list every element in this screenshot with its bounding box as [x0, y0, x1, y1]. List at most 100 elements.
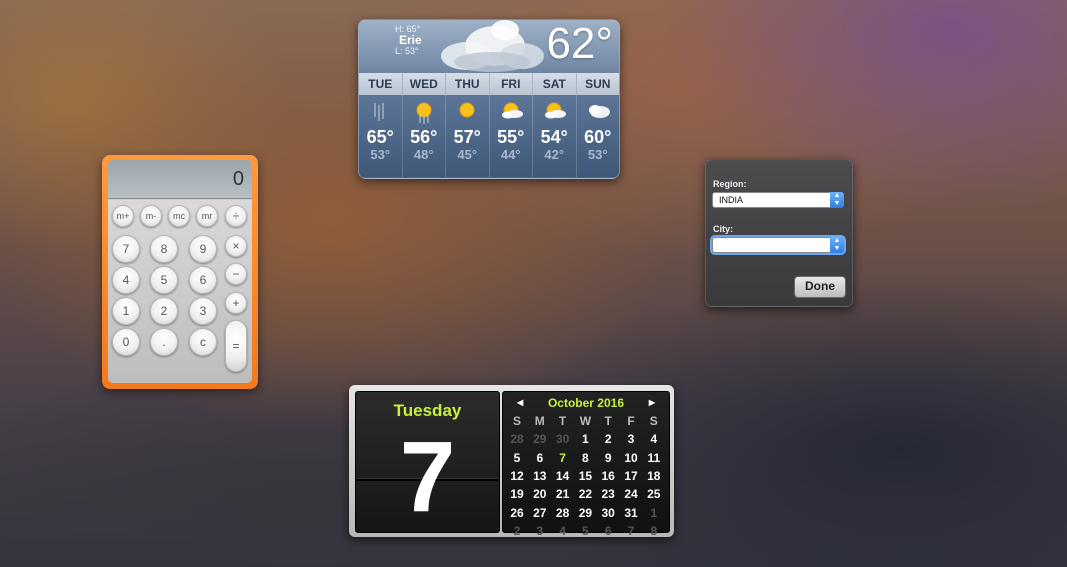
calendar-date[interactable]: 16: [597, 468, 619, 484]
operator-key[interactable]: +: [225, 292, 247, 314]
forecast-day-label: SUN: [585, 77, 611, 91]
calendar-date[interactable]: 18: [643, 468, 665, 484]
operator-key[interactable]: −: [225, 263, 247, 285]
memory-key-2[interactable]: mc: [168, 205, 190, 227]
calendar-date[interactable]: 14: [552, 468, 574, 484]
forecast-icon: [446, 97, 489, 127]
city-select[interactable]: ▲ ▼: [712, 237, 844, 253]
operator-key[interactable]: ×: [225, 235, 247, 257]
calendar-date[interactable]: 11: [643, 450, 665, 466]
forecast-high: 54°: [540, 127, 568, 147]
calendar-date[interactable]: 1: [643, 505, 665, 521]
calendar-day-number: 7: [399, 421, 456, 533]
forecast-high: 60°: [584, 127, 612, 147]
memory-key-1[interactable]: m-: [140, 205, 162, 227]
forecast-icon: [533, 97, 576, 127]
calendar-date[interactable]: 28: [506, 431, 528, 447]
forecast-low: 53°: [587, 147, 608, 162]
calendar-date[interactable]: 2: [597, 431, 619, 447]
forecast-low: 53°: [370, 147, 391, 162]
forecast-column: 54° 42°: [533, 95, 577, 177]
memory-key-0[interactable]: m+: [112, 205, 134, 227]
region-select[interactable]: INDIA ▲ ▼: [712, 192, 844, 208]
calendar-date[interactable]: 15: [574, 468, 596, 484]
calendar-date[interactable]: 28: [552, 505, 574, 521]
calendar-date[interactable]: 30: [597, 505, 619, 521]
calendar-date[interactable]: 7: [620, 523, 642, 539]
equals-key[interactable]: =: [225, 320, 247, 372]
calendar-date[interactable]: 9: [597, 450, 619, 466]
number-key[interactable]: 0: [112, 328, 140, 356]
sun-icon: [459, 102, 475, 118]
forecast-icon: [577, 97, 620, 127]
calendar-day-panel: Tuesday 7: [355, 391, 500, 533]
triangle-right-icon[interactable]: ▶: [649, 395, 655, 411]
calendar-date[interactable]: 22: [574, 486, 596, 502]
number-key[interactable]: 6: [189, 266, 217, 294]
calendar-date[interactable]: 23: [597, 486, 619, 502]
calendar-date[interactable]: 5: [506, 450, 528, 466]
calendar-date[interactable]: 6: [529, 450, 551, 466]
calculator-keypad: m+ m-mc mr 7 8 9 4 5 6 1 2 3 0. c ÷ × − + =: [108, 200, 252, 383]
number-key[interactable]: c: [189, 328, 217, 356]
calculator-body: 0 m+ m-mc mr 7 8 9 4 5 6 1 2 3 0. c ÷ × − + =: [108, 160, 252, 383]
calendar-date[interactable]: 3: [529, 523, 551, 539]
forecast-values: 65° 53° 56° 48° 57° 45° 55° 44° 54° 42° 60° 53°: [359, 95, 619, 177]
number-key[interactable]: 8: [150, 235, 178, 263]
calendar-widget[interactable]: Tuesday 7 ◀ October 2016 ▶ S M T W T F S 28 29 30…: [349, 385, 674, 539]
number-key[interactable]: 5: [150, 266, 178, 294]
city-label: City:: [713, 224, 733, 234]
weather-widget[interactable]: H: 65° Erie L: 53° 62° TUE WED THU FRI SAT SU…: [358, 19, 620, 179]
number-key[interactable]: .: [150, 328, 178, 356]
number-key[interactable]: 3: [189, 297, 217, 325]
calendar-date[interactable]: 24: [620, 486, 642, 502]
calendar-date[interactable]: 3: [620, 431, 642, 447]
region-settings-panel: Region: INDIA ▲ ▼ City: ▲ ▼ Done: [705, 159, 853, 307]
calendar-date[interactable]: 31: [620, 505, 642, 521]
triangle-left-icon[interactable]: ◀: [517, 395, 523, 411]
calendar-date[interactable]: 8: [574, 450, 596, 466]
calendar-date[interactable]: 4: [643, 431, 665, 447]
calendar-date[interactable]: 13: [529, 468, 551, 484]
current-temperature: 62°: [546, 19, 613, 68]
calendar-date[interactable]: 20: [529, 486, 551, 502]
calendar-date[interactable]: 19: [506, 486, 528, 502]
number-key[interactable]: 9: [189, 235, 217, 263]
calendar-date[interactable]: 21: [552, 486, 574, 502]
calculator-widget[interactable]: 0 m+ m-mc mr 7 8 9 4 5 6 1 2 3 0. c ÷ × − + =: [102, 155, 258, 389]
number-key[interactable]: 4: [112, 266, 140, 294]
calendar-date[interactable]: 25: [643, 486, 665, 502]
forecast-icon: [359, 97, 402, 127]
memory-key-3[interactable]: mr: [196, 205, 218, 227]
cloudy-icon: [588, 105, 610, 118]
calendar-date[interactable]: 8: [643, 523, 665, 539]
calendar-date[interactable]: 6: [597, 523, 619, 539]
weekday-header: T: [604, 414, 612, 428]
number-key[interactable]: 7: [112, 235, 140, 263]
calendar-date[interactable]: 5: [574, 523, 596, 539]
calendar-date[interactable]: 12: [506, 468, 528, 484]
cloudy-icon: [441, 20, 544, 72]
forecast-low: 45°: [457, 147, 478, 162]
region-label: Region:: [713, 179, 747, 189]
calendar-date[interactable]: 29: [574, 505, 596, 521]
number-key[interactable]: 2: [150, 297, 178, 325]
calendar-date[interactable]: 17: [620, 468, 642, 484]
calendar-date[interactable]: 4: [552, 523, 574, 539]
forecast-icon: [490, 97, 533, 127]
calendar-date[interactable]: 1: [574, 431, 596, 447]
weekday-header: S: [649, 414, 658, 428]
calendar-date[interactable]: 27: [529, 505, 551, 521]
calendar-date[interactable]: 10: [620, 450, 642, 466]
calendar-date[interactable]: 30: [552, 431, 574, 447]
calendar-date[interactable]: 26: [506, 505, 528, 521]
calendar-date[interactable]: 2: [506, 523, 528, 539]
number-key[interactable]: 1: [112, 297, 140, 325]
done-button[interactable]: Done: [794, 276, 846, 298]
forecast-high: 55°: [497, 127, 525, 147]
forecast-column: 57° 45°: [446, 95, 490, 177]
operator-key[interactable]: ÷: [225, 205, 247, 227]
calendar-date-today[interactable]: 7: [552, 450, 574, 466]
calendar-date[interactable]: 29: [529, 431, 551, 447]
weekday-header: W: [579, 414, 592, 428]
